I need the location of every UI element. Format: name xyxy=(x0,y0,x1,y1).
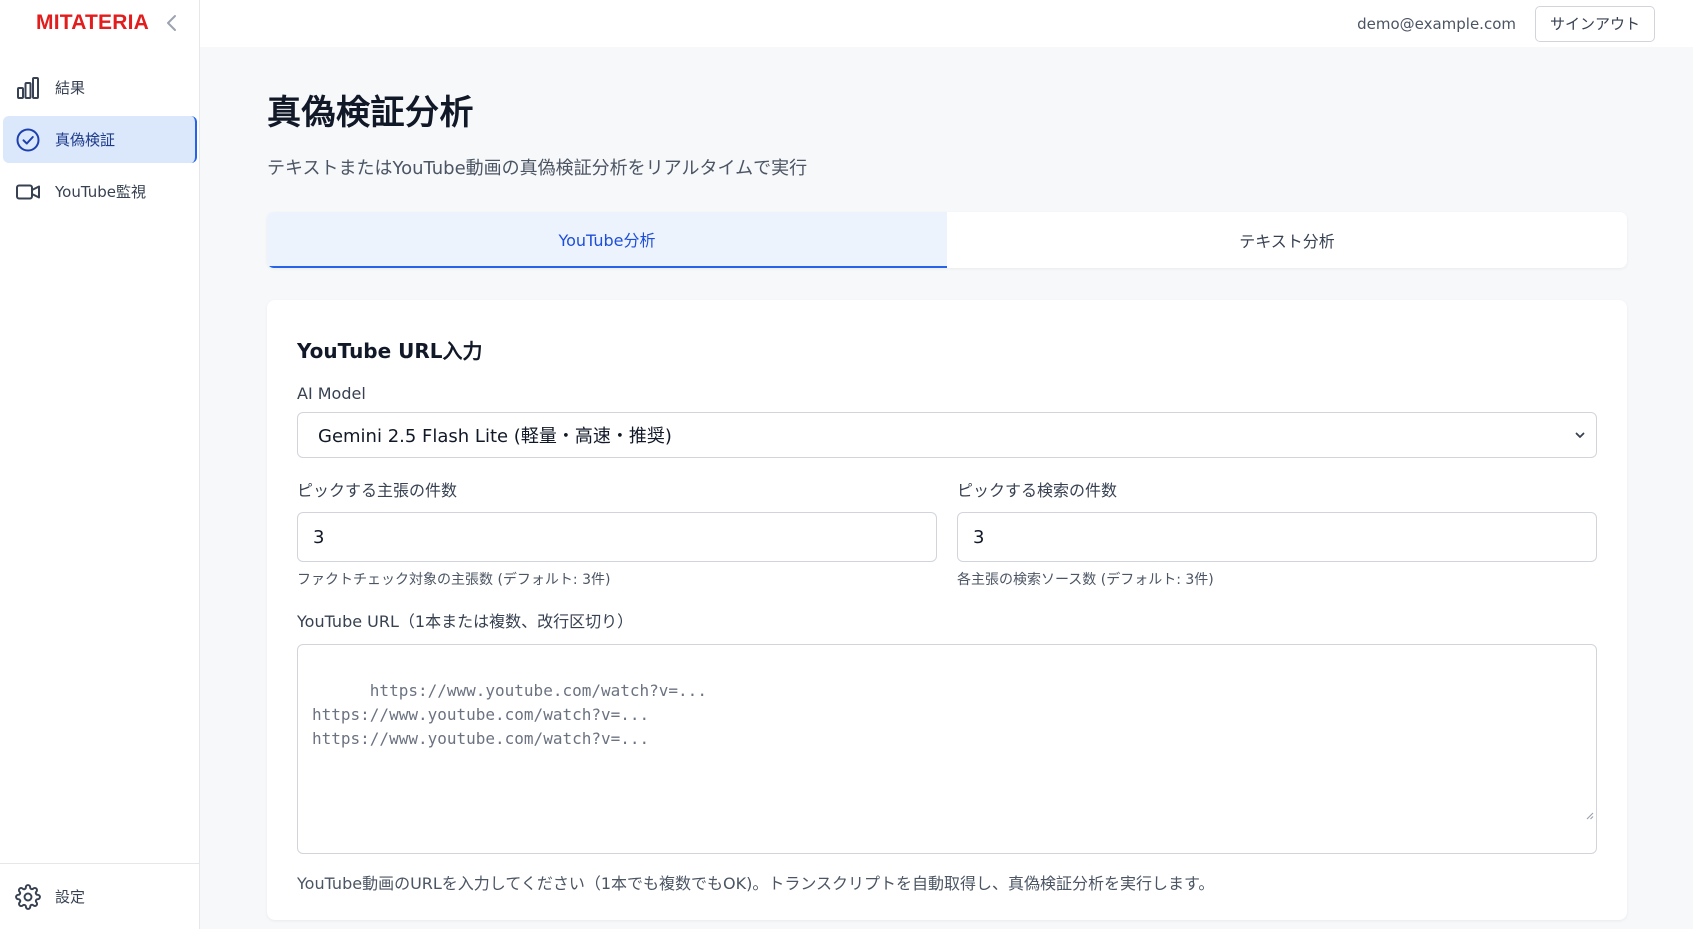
card-title: YouTube URL入力 xyxy=(297,339,483,363)
page-title: 真偽検証分析 xyxy=(267,93,474,133)
tab-text-analysis[interactable]: テキスト分析 xyxy=(947,212,1627,268)
page-subtitle: テキストまたはYouTube動画の真偽検証分析をリアルタイムで実行 xyxy=(267,158,808,179)
sidebar-item-settings[interactable]: 設定 xyxy=(0,863,199,929)
sidebar-item-results[interactable]: 結果 xyxy=(3,64,197,111)
claims-count-group: ピックする主張の件数 3 ファクトチェック対象の主張数 (デフォルト: 3件) xyxy=(297,477,937,589)
sidebar-item-label: 設定 xyxy=(55,888,86,906)
check-circle-icon xyxy=(14,126,42,154)
sidebar-item-youtube-monitor[interactable]: YouTube監視 xyxy=(3,168,197,215)
claims-count-input[interactable]: 3 xyxy=(297,512,937,562)
analysis-tabs: YouTube分析 テキスト分析 xyxy=(267,212,1627,268)
claims-count-help: ファクトチェック対象の主張数 (デフォルト: 3件) xyxy=(297,572,611,588)
main-content: 真偽検証分析 テキストまたはYouTube動画の真偽検証分析をリアルタイムで実行… xyxy=(267,47,1627,920)
model-label: AI Model xyxy=(297,384,366,403)
brand-logo[interactable]: MITATERIA xyxy=(36,11,149,35)
tab-youtube-analysis[interactable]: YouTube分析 xyxy=(267,212,947,268)
top-bar: demo@example.com サインアウト xyxy=(200,0,1693,47)
sidebar-item-label: 結果 xyxy=(55,79,86,97)
count-fields-row: ピックする主張の件数 3 ファクトチェック対象の主張数 (デフォルト: 3件) … xyxy=(297,477,1597,589)
sidebar-item-verification[interactable]: 真偽検証 xyxy=(3,116,197,163)
textarea-placeholder: https://www.youtube.com/watch?v=... http… xyxy=(312,681,707,748)
chevron-down-icon xyxy=(1574,429,1586,441)
search-count-label: ピックする検索の件数 xyxy=(957,481,1118,500)
user-email: demo@example.com xyxy=(1357,14,1516,33)
resize-handle-icon[interactable] xyxy=(1507,779,1594,851)
sidebar: MITATERIA 結果 真偽検証 YouTube監視 設定 xyxy=(0,0,200,929)
gear-icon xyxy=(14,883,42,911)
sidebar-item-label: 真偽検証 xyxy=(55,131,116,149)
bar-chart-icon xyxy=(14,74,42,102)
search-count-input[interactable]: 3 xyxy=(957,512,1597,562)
video-camera-icon xyxy=(14,178,42,206)
sidebar-item-label: YouTube監視 xyxy=(55,183,146,201)
claims-count-label: ピックする主張の件数 xyxy=(297,481,458,500)
sidebar-nav: 結果 真偽検証 YouTube監視 xyxy=(0,64,199,215)
youtube-url-textarea[interactable]: https://www.youtube.com/watch?v=... http… xyxy=(297,644,1597,854)
model-select-value: Gemini 2.5 Flash Lite (軽量・高速・推奨) xyxy=(318,426,672,447)
search-count-help: 各主張の検索ソース数 (デフォルト: 3件) xyxy=(957,572,1214,588)
signout-button[interactable]: サインアウト xyxy=(1534,5,1655,42)
youtube-input-card: YouTube URL入力 AI Model Gemini 2.5 Flash … xyxy=(267,300,1627,920)
search-count-group: ピックする検索の件数 3 各主張の検索ソース数 (デフォルト: 3件) xyxy=(957,477,1597,589)
model-select[interactable]: Gemini 2.5 Flash Lite (軽量・高速・推奨) xyxy=(297,412,1597,458)
youtube-url-label: YouTube URL（1本または複数、改行区切り） xyxy=(297,612,634,631)
brand-row: MITATERIA xyxy=(0,0,199,46)
youtube-url-help: YouTube動画のURLを入力してください（1本でも複数でもOK)。トランスク… xyxy=(297,874,1215,893)
chevron-left-icon[interactable] xyxy=(165,14,179,32)
